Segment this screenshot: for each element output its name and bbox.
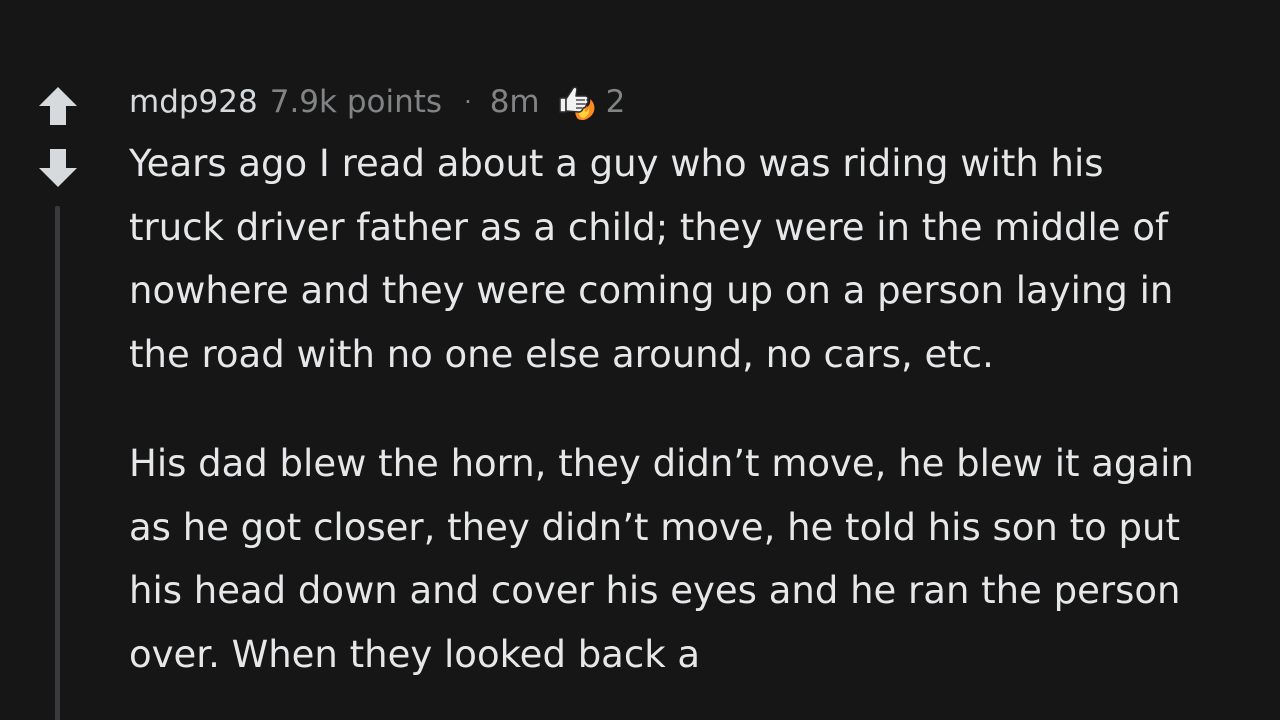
thread-collapse-line[interactable] — [55, 206, 60, 720]
upvote-arrow-icon[interactable] — [36, 84, 80, 128]
meta-separator: · — [464, 88, 472, 116]
helpful-thumbs-up-icon — [558, 86, 595, 120]
comment-paragraph: Years ago I read about a guy who was rid… — [129, 142, 1174, 376]
comment-body: Years ago I read about a guy who was rid… — [129, 132, 1209, 720]
downvote-arrow-icon[interactable] — [36, 146, 80, 190]
comment-age: 8m — [489, 84, 540, 120]
award-badge[interactable]: 2 — [554, 78, 626, 126]
comment-paragraph: His dad blew the horn, they didn’t move,… — [129, 442, 1194, 676]
award-count: 2 — [605, 84, 626, 120]
comment-meta: mdp928 7.9k points · 8m 2 — [129, 78, 625, 126]
username-link[interactable]: mdp928 — [129, 84, 258, 120]
points-count: 7.9k points — [269, 84, 443, 120]
comment-screen: mdp928 7.9k points · 8m 2 Years ago I re… — [0, 0, 1280, 720]
